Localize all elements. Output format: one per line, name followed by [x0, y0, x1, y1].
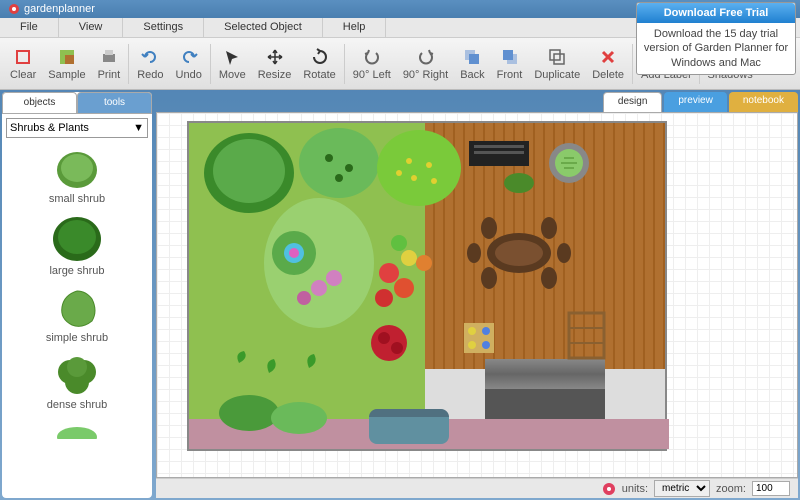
sidebar: objects tools Shrubs & Plants▼ small shr…	[2, 92, 152, 498]
clear-button[interactable]: Clear	[4, 45, 42, 83]
rotate-button[interactable]: Rotate	[297, 45, 341, 83]
tab-design[interactable]: design	[603, 92, 662, 112]
front-icon	[500, 47, 520, 67]
lawn-area[interactable]	[189, 123, 429, 423]
rotate-icon	[310, 47, 330, 67]
move-button[interactable]: Move	[213, 45, 252, 83]
move-icon	[222, 47, 242, 67]
tab-notebook[interactable]: notebook	[729, 92, 798, 112]
object-simple-shrub[interactable]: simple shrub	[6, 285, 148, 344]
trial-text: Download the 15 day trial version of Gar…	[637, 23, 795, 74]
menu-file[interactable]: File	[0, 18, 59, 37]
object-small-shrub[interactable]: small shrub	[6, 146, 148, 205]
tab-objects[interactable]: objects	[2, 92, 77, 114]
object-extra[interactable]	[6, 419, 148, 439]
shrub-icon	[50, 213, 105, 263]
app-icon	[8, 3, 20, 15]
clear-icon	[13, 47, 33, 67]
garden-plan[interactable]	[187, 121, 667, 451]
duplicate-icon	[547, 47, 567, 67]
design-canvas[interactable]	[156, 112, 798, 478]
delete-button[interactable]: Delete	[586, 45, 630, 83]
back-icon	[462, 47, 482, 67]
back-button[interactable]: Back	[454, 45, 490, 83]
car[interactable]	[369, 409, 449, 444]
print-icon	[99, 47, 119, 67]
shrub-icon	[52, 419, 102, 439]
shrub-icon	[52, 146, 102, 191]
undo-icon	[179, 47, 199, 67]
delete-icon	[598, 47, 618, 67]
rotate-right-button[interactable]: 90° Right	[397, 45, 454, 83]
menu-selected-object[interactable]: Selected Object	[204, 18, 323, 37]
tab-tools[interactable]: tools	[77, 92, 152, 114]
rotate-left-button[interactable]: 90° Left	[347, 45, 397, 83]
menu-view[interactable]: View	[59, 18, 124, 37]
app-name: gardenplanner	[24, 3, 95, 15]
roof[interactable]	[485, 359, 605, 389]
shrub-icon	[52, 352, 102, 397]
units-label: units:	[622, 483, 648, 495]
sample-button[interactable]: Sample	[42, 45, 91, 83]
download-trial-button[interactable]: Download Free Trial	[637, 3, 795, 23]
deck-area[interactable]	[425, 123, 665, 373]
resize-button[interactable]: Resize	[252, 45, 298, 83]
redo-button[interactable]: Redo	[131, 45, 169, 83]
trial-panel: Download Free Trial Download the 15 day …	[636, 2, 796, 75]
duplicate-button[interactable]: Duplicate	[528, 45, 586, 83]
menu-settings[interactable]: Settings	[123, 18, 204, 37]
rotate-right-icon	[416, 47, 436, 67]
menu-help[interactable]: Help	[323, 18, 387, 37]
flower-icon[interactable]	[602, 482, 616, 496]
front-button[interactable]: Front	[491, 45, 529, 83]
zoom-input[interactable]	[752, 481, 790, 496]
object-large-shrub[interactable]: large shrub	[6, 213, 148, 277]
sample-icon	[57, 47, 77, 67]
chevron-down-icon: ▼	[133, 122, 144, 134]
object-list[interactable]: small shrub large shrub simple shrub den…	[2, 142, 152, 498]
redo-icon	[140, 47, 160, 67]
object-dense-shrub[interactable]: dense shrub	[6, 352, 148, 411]
rotate-left-icon	[362, 47, 382, 67]
print-button[interactable]: Print	[92, 45, 127, 83]
zoom-label: zoom:	[716, 483, 746, 495]
category-selector[interactable]: Shrubs & Plants▼	[6, 118, 148, 138]
shrub-icon	[52, 285, 102, 330]
undo-button[interactable]: Undo	[170, 45, 208, 83]
tab-preview[interactable]: preview	[664, 92, 726, 112]
resize-icon	[265, 47, 285, 67]
units-select[interactable]: metric	[654, 480, 710, 497]
status-bar: units: metric zoom:	[156, 478, 798, 498]
